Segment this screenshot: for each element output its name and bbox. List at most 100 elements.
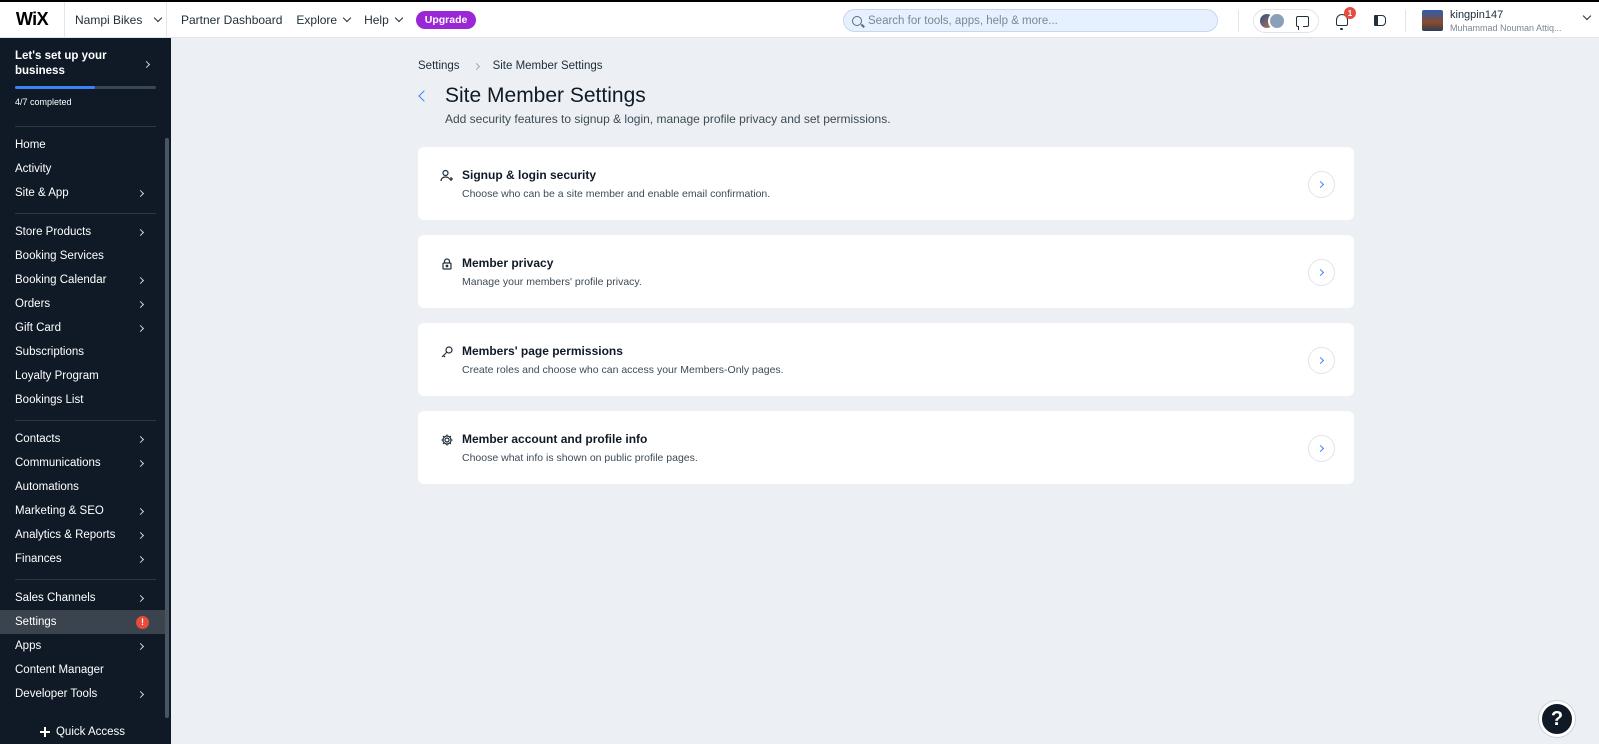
sidebar-item-label: Gift Card xyxy=(15,322,62,334)
card-description: Manage your members' profile privacy. xyxy=(462,276,642,288)
sidebar-item-label: Marketing & SEO xyxy=(15,505,104,517)
chevron-right-icon xyxy=(136,594,145,602)
card-title: Members' page permissions xyxy=(462,344,623,358)
quick-access-button[interactable]: Quick Access xyxy=(0,720,165,744)
card-open-button[interactable] xyxy=(1308,347,1335,374)
sidebar-item-booking-services[interactable]: Booking Services xyxy=(0,244,165,268)
sidebar-item-label: Sales Channels xyxy=(15,592,96,604)
card-open-button[interactable] xyxy=(1308,259,1335,286)
sidebar-item-communications[interactable]: Communications xyxy=(0,451,165,475)
team-chat-button[interactable] xyxy=(1253,9,1319,33)
sidebar-item-label: Content Manager xyxy=(15,664,104,676)
lock-icon xyxy=(440,257,454,271)
sidebar-item-booking-calendar[interactable]: Booking Calendar xyxy=(0,268,165,292)
avatar[interactable] xyxy=(1422,10,1443,31)
breadcrumb-current: Site Member Settings xyxy=(492,60,603,72)
user-plus-icon xyxy=(440,169,454,183)
settings-card-signup-login-security[interactable]: Signup & login security Choose who can be… xyxy=(418,147,1354,220)
setup-progress-label: 4/7 completed xyxy=(15,97,72,107)
chevron-right-icon xyxy=(136,189,145,197)
back-arrow-icon[interactable] xyxy=(418,90,430,102)
chevron-right-icon xyxy=(1316,268,1325,277)
search-input[interactable]: Search for tools, apps, help & more... xyxy=(843,9,1218,32)
sidebar-item-label: Contacts xyxy=(15,433,61,445)
setup-progress-fill xyxy=(15,86,96,89)
chevron-right-icon xyxy=(136,642,145,650)
sidebar-item-automations[interactable]: Automations xyxy=(0,475,165,499)
alert-icon: ! xyxy=(136,615,149,629)
card-description: Choose what info is shown on public prof… xyxy=(462,452,698,464)
card-title: Signup & login security xyxy=(462,168,597,182)
nav-divider xyxy=(15,126,156,127)
nav-divider xyxy=(15,420,156,421)
sidebar-item-orders[interactable]: Orders xyxy=(0,292,165,316)
chevron-down-icon xyxy=(154,13,163,23)
sidebar-item-label: Analytics & Reports xyxy=(15,529,116,541)
sidebar-item-apps[interactable]: Apps xyxy=(0,634,165,658)
help-menu[interactable]: Help xyxy=(364,13,404,27)
chevron-right-icon xyxy=(1316,444,1325,453)
card-description: Choose who can be a site member and enab… xyxy=(462,188,771,200)
sidebar-item-store-products[interactable]: Store Products xyxy=(0,220,165,244)
sidebar-item-label: Bookings List xyxy=(15,394,84,406)
gear-icon xyxy=(440,433,454,447)
megaphone-icon[interactable] xyxy=(1374,15,1386,26)
sidebar-item-analytics-reports[interactable]: Analytics & Reports xyxy=(0,523,165,547)
sidebar-nav: Home Activity Site & App Store Products Book… xyxy=(0,126,171,706)
chevron-down-icon xyxy=(394,13,404,23)
card-title: Member account and profile info xyxy=(462,432,648,446)
chevron-down-icon[interactable] xyxy=(1582,11,1592,21)
explore-menu[interactable]: Explore xyxy=(296,13,352,27)
sidebar-item-marketing-seo[interactable]: Marketing & SEO xyxy=(0,499,165,523)
sidebar-item-label: Booking Calendar xyxy=(15,274,107,286)
sidebar-item-bookings-list[interactable]: Bookings List xyxy=(0,388,165,412)
partner-dashboard-link[interactable]: Partner Dashboard xyxy=(181,13,282,27)
sidebar-item-label: Communications xyxy=(15,457,101,469)
card-open-button[interactable] xyxy=(1308,171,1335,198)
sidebar-item-label: Settings xyxy=(15,616,57,628)
help-button[interactable]: ? xyxy=(1539,701,1575,737)
divider xyxy=(1238,10,1239,32)
search-icon xyxy=(852,15,862,26)
user-name[interactable]: kingpin147 xyxy=(1450,9,1503,21)
chevron-right-icon xyxy=(136,300,145,308)
settings-card-members-page-permissions[interactable]: Members' page permissions Create roles an… xyxy=(418,323,1354,396)
sidebar-item-label: Orders xyxy=(15,298,51,310)
site-name: Nampi Bikes xyxy=(75,12,143,27)
setup-title: Let's set up your business xyxy=(15,50,107,77)
avatar xyxy=(1268,12,1286,30)
key-icon xyxy=(440,345,454,359)
wix-logo[interactable]: WiX xyxy=(0,2,64,38)
settings-card-member-account-and-profile-info[interactable]: Member account and profile info Choose wh… xyxy=(418,411,1354,484)
breadcrumb-settings[interactable]: Settings xyxy=(418,60,460,72)
nav-divider xyxy=(15,213,156,214)
setup-checklist[interactable]: Let's set up your business 4/7 completed xyxy=(0,38,171,118)
sidebar-item-label: Store Products xyxy=(15,226,92,238)
sidebar-item-contacts[interactable]: Contacts xyxy=(0,427,165,451)
sidebar-item-loyalty-program[interactable]: Loyalty Program xyxy=(0,364,165,388)
chevron-right-icon xyxy=(1316,180,1325,189)
chevron-down-icon xyxy=(342,13,352,23)
sidebar-scrollbar[interactable] xyxy=(165,138,169,718)
site-switcher[interactable]: Nampi Bikes xyxy=(64,1,167,38)
sidebar-item-activity[interactable]: Activity xyxy=(0,157,165,181)
card-open-button[interactable] xyxy=(1308,435,1335,462)
sidebar-item-finances[interactable]: Finances xyxy=(0,547,165,571)
chevron-right-icon xyxy=(1316,356,1325,365)
sidebar-item-label: Booking Services xyxy=(15,250,104,262)
sidebar-item-label: Activity xyxy=(15,163,52,175)
sidebar-item-subscriptions[interactable]: Subscriptions xyxy=(0,340,165,364)
sidebar-item-label: Subscriptions xyxy=(15,346,85,358)
sidebar-item-sales-channels[interactable]: Sales Channels xyxy=(0,586,165,610)
sidebar-item-content-manager[interactable]: Content Manager xyxy=(0,658,165,682)
upgrade-button[interactable]: Upgrade xyxy=(415,10,477,29)
sidebar-item-settings[interactable]: Settings! xyxy=(0,610,165,634)
sidebar-item-gift-card[interactable]: Gift Card xyxy=(0,316,165,340)
chevron-right-icon xyxy=(136,435,145,443)
sidebar-item-label: Site & App xyxy=(15,187,69,199)
sidebar-item-developer-tools[interactable]: Developer Tools xyxy=(0,682,165,706)
sidebar-item-home[interactable]: Home xyxy=(0,133,165,157)
settings-card-member-privacy[interactable]: Member privacy Manage your members' profi… xyxy=(418,235,1354,308)
setup-progress-bar xyxy=(15,86,156,89)
sidebar-item-site-app[interactable]: Site & App xyxy=(0,181,165,205)
